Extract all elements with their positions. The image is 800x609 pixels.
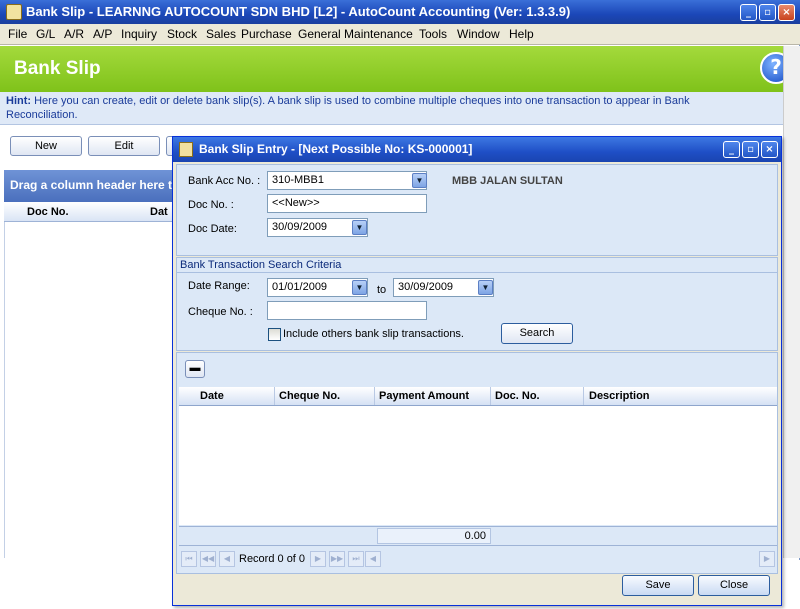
doc-no-value: <<New>>	[272, 197, 320, 209]
column-doc-no[interactable]: Doc. No.	[495, 390, 540, 402]
hint-text: Hint: Here you can create, edit or delet…	[6, 94, 746, 122]
title-bar[interactable]: Bank Slip - LEARNNG AUTOCOUNT SDN BHD [L…	[0, 0, 800, 24]
menu-tools[interactable]: Tools	[419, 27, 447, 41]
menu-help[interactable]: Help	[509, 27, 534, 41]
page-header: Bank Slip	[0, 46, 800, 92]
dialog-minimize-button[interactable]: _	[723, 141, 740, 158]
detail-table-body[interactable]	[179, 406, 777, 525]
scroll-right-icon[interactable]: ▶	[759, 551, 775, 567]
total-payment-amount: 0.00	[377, 528, 491, 544]
last-record-icon[interactable]: ⏭	[348, 551, 364, 567]
bank-acc-input[interactable]: 310-MBB1	[267, 171, 427, 190]
column-cheque-no[interactable]: Cheque No.	[279, 390, 340, 402]
column-date[interactable]: Dat	[150, 206, 168, 218]
close-window-button[interactable]: ×	[778, 4, 795, 21]
group-panel[interactable]: Drag a column header here to	[4, 170, 179, 202]
hint-label: Hint:	[6, 95, 32, 107]
search-criteria-panel: Bank Transaction Search Criteria Date Ra…	[176, 257, 778, 351]
menu-bar: File G/L A/R A/P Inquiry Stock Sales Pur…	[0, 24, 800, 45]
record-navigator: ⏮ ◀◀ ◀ Record 0 of 0 ▶ ▶▶ ⏭ ◀ ▶	[179, 549, 777, 569]
detail-panel: ▬ Date Cheque No. Payment Amount Doc. No…	[176, 352, 778, 574]
total-amount-value: 0.00	[464, 530, 486, 542]
bank-name: MBB JALAN SULTAN	[452, 175, 563, 187]
menu-purchase[interactable]: Purchase	[241, 27, 292, 41]
page-title: Bank Slip	[14, 58, 101, 79]
menu-inquiry[interactable]: Inquiry	[121, 27, 157, 41]
column-separator	[274, 387, 275, 405]
menu-ap[interactable]: A/P	[93, 27, 112, 41]
search-button[interactable]: Search	[501, 323, 573, 344]
date-from-dropdown-icon[interactable]: ▼	[352, 280, 367, 295]
column-separator	[374, 387, 375, 405]
cheque-no-input[interactable]	[267, 301, 427, 320]
save-button[interactable]: Save	[622, 575, 694, 596]
window-title: Bank Slip - LEARNNG AUTOCOUNT SDN BHD [L…	[26, 4, 571, 19]
doc-date-label: Doc Date:	[188, 223, 237, 235]
date-from-value: 01/01/2009	[272, 281, 328, 293]
column-doc-no[interactable]: Doc No.	[27, 206, 69, 218]
doc-date-dropdown-icon[interactable]: ▼	[352, 220, 367, 235]
dialog-title-bar[interactable]: Bank Slip Entry - [Next Possible No: KS-…	[173, 137, 781, 162]
menu-ar[interactable]: A/R	[64, 27, 84, 41]
app-icon	[6, 4, 22, 20]
bank-acc-value: 310-MBB1	[272, 174, 324, 186]
grid-body[interactable]	[4, 222, 174, 558]
restore-button[interactable]: ▫	[759, 4, 776, 21]
menu-window[interactable]: Window	[457, 27, 500, 41]
hint-bar: Hint: Here you can create, edit or delet…	[0, 92, 800, 125]
vertical-scrollbar[interactable]	[783, 46, 800, 558]
date-to-value: 30/09/2009	[398, 281, 454, 293]
doc-no-input[interactable]: <<New>>	[267, 194, 427, 213]
first-record-icon[interactable]: ⏮	[181, 551, 197, 567]
column-separator	[583, 387, 584, 405]
doc-no-label: Doc No. :	[188, 199, 234, 211]
next-page-icon[interactable]: ▶▶	[329, 551, 345, 567]
dialog-close-button[interactable]: ×	[761, 141, 778, 158]
next-record-icon[interactable]: ▶	[310, 551, 326, 567]
close-button[interactable]: Close	[698, 575, 770, 596]
column-payment-amount[interactable]: Payment Amount	[379, 390, 469, 402]
bank-acc-label: Bank Acc No. :	[188, 175, 261, 187]
bank-slip-entry-dialog: Bank Slip Entry - [Next Possible No: KS-…	[172, 136, 782, 606]
record-count: Record 0 of 0	[239, 553, 306, 565]
bank-acc-dropdown-icon[interactable]: ▼	[412, 173, 427, 188]
menu-stock[interactable]: Stock	[167, 27, 197, 41]
prev-page-icon[interactable]: ◀◀	[200, 551, 216, 567]
scroll-left-icon[interactable]: ◀	[365, 551, 381, 567]
edit-button[interactable]: Edit	[88, 136, 160, 156]
section-divider	[177, 272, 777, 273]
date-to-dropdown-icon[interactable]: ▼	[478, 280, 493, 295]
menu-file[interactable]: File	[8, 27, 27, 41]
menu-sales[interactable]: Sales	[206, 27, 236, 41]
minimize-button[interactable]: _	[740, 4, 757, 21]
header-panel: Bank Acc No. : 310-MBB1 ▼ MBB JALAN SULT…	[176, 164, 778, 256]
date-range-label: Date Range:	[188, 280, 250, 292]
document-icon	[179, 142, 193, 157]
prev-record-icon[interactable]: ◀	[219, 551, 235, 567]
grid-header: Doc No. Dat	[4, 202, 174, 222]
new-button[interactable]: New	[10, 136, 82, 156]
doc-date-value: 30/09/2009	[272, 221, 328, 233]
column-date[interactable]: Date	[200, 390, 224, 402]
date-to-label: to	[377, 284, 387, 296]
totals-row: 0.00	[179, 526, 777, 546]
detail-table-header: Date Cheque No. Payment Amount Doc. No. …	[179, 387, 777, 406]
menu-general-maintenance[interactable]: General Maintenance	[298, 27, 413, 41]
cheque-no-label: Cheque No. :	[188, 306, 253, 318]
column-description[interactable]: Description	[589, 390, 650, 402]
hint-message: Here you can create, edit or delete bank…	[6, 95, 690, 121]
dialog-maximize-button[interactable]: ▫	[742, 141, 759, 158]
include-others-checkbox[interactable]	[268, 328, 281, 341]
remove-row-button[interactable]: ▬	[185, 360, 205, 378]
column-separator	[490, 387, 491, 405]
menu-gl[interactable]: G/L	[36, 27, 55, 41]
group-hint: Drag a column header here to	[10, 178, 180, 192]
search-section-title: Bank Transaction Search Criteria	[180, 259, 342, 271]
include-others-label: Include others bank slip transactions.	[283, 328, 464, 340]
dialog-title: Bank Slip Entry - [Next Possible No: KS-…	[199, 142, 473, 156]
